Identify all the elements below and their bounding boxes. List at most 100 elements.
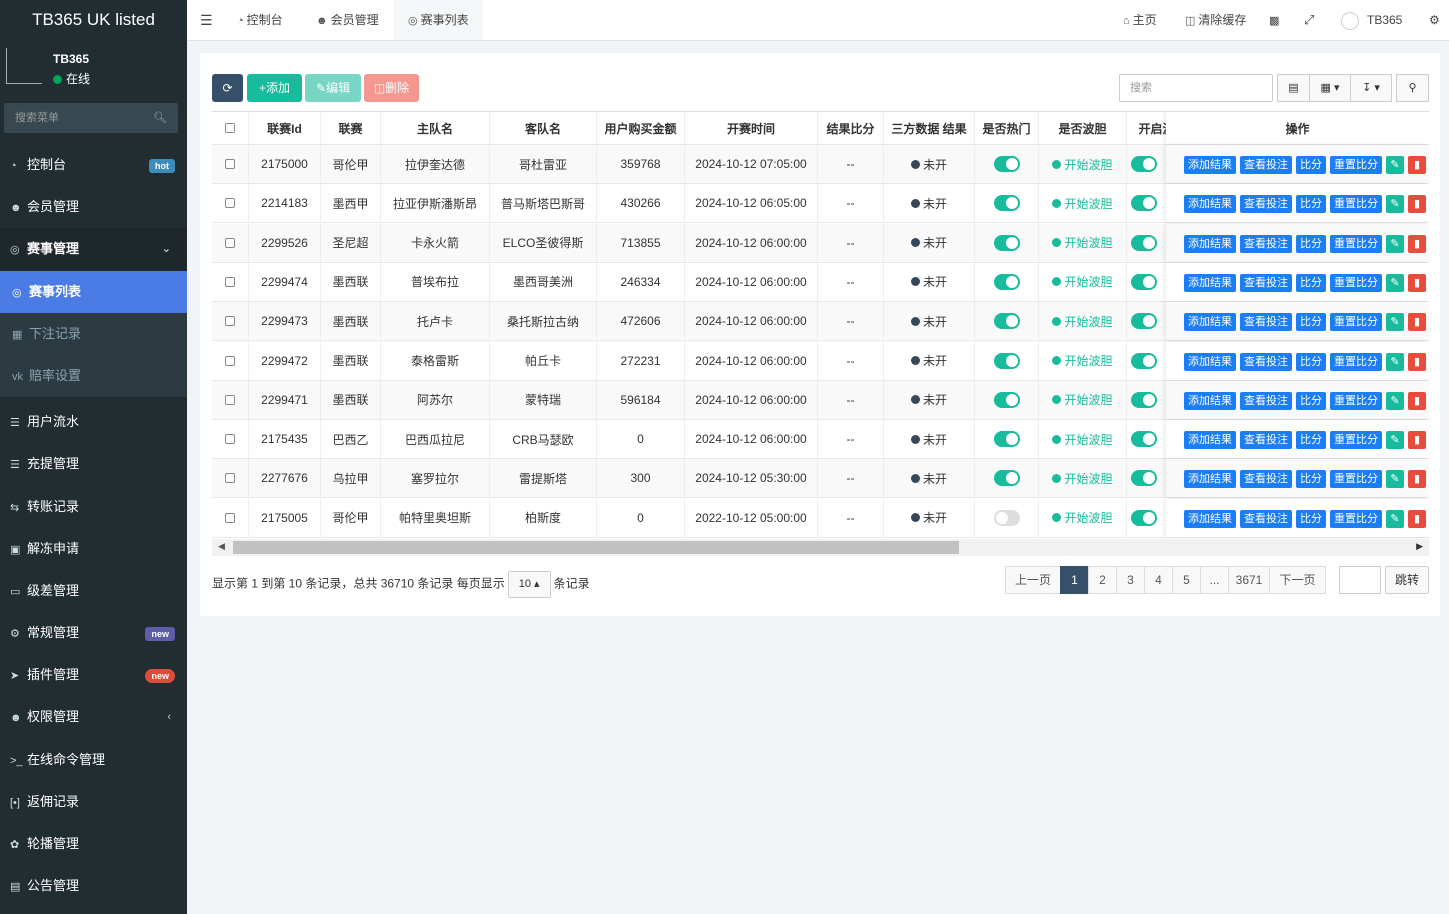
score-button[interactable]: 比分 <box>1296 156 1326 174</box>
delete-row-button[interactable]: ▮ <box>1408 195 1426 214</box>
column-header[interactable]: 用户购买金额 <box>597 112 685 144</box>
column-header[interactable]: 是否热门 <box>975 112 1039 144</box>
add-result-button[interactable]: 添加结果 <box>1184 313 1236 332</box>
reset-score-button[interactable]: 重置比分 <box>1330 391 1382 410</box>
sidebar-item-match-list[interactable]: ◎ 赛事列表 <box>0 270 187 313</box>
open-bodan-toggle[interactable] <box>1131 352 1157 369</box>
bodan-link[interactable]: 开始波胆 <box>1064 509 1112 526</box>
hot-toggle[interactable] <box>993 470 1020 487</box>
reset-score-button[interactable]: 重置比分 <box>1330 352 1382 371</box>
add-result-button[interactable]: 添加结果 <box>1184 195 1236 214</box>
language-button[interactable]: ▩ <box>1269 0 1279 40</box>
user-menu[interactable]: TB365 <box>1341 0 1402 40</box>
delete-row-button[interactable]: ▮ <box>1408 156 1426 174</box>
prev-page-button[interactable]: 上一页 <box>1005 566 1061 594</box>
delete-row-button[interactable]: ▮ <box>1408 273 1426 292</box>
add-result-button[interactable]: 添加结果 <box>1184 431 1236 450</box>
bodan-link[interactable]: 开始波胆 <box>1064 313 1112 330</box>
page-2-button[interactable]: 2 <box>1088 566 1117 594</box>
delete-row-button[interactable]: ▮ <box>1408 352 1426 371</box>
sidebar-item-deposit-withdraw[interactable]: ☰ 充提管理 <box>0 443 187 485</box>
row-checkbox-cell[interactable] <box>212 223 249 262</box>
edit-row-button[interactable]: ✎ <box>1386 156 1404 174</box>
open-bodan-toggle[interactable] <box>1131 391 1157 408</box>
row-checkbox-cell[interactable] <box>212 341 249 380</box>
reset-score-button[interactable]: 重置比分 <box>1330 273 1382 292</box>
export-button[interactable]: ↧ ▾ <box>1350 74 1392 102</box>
add-result-button[interactable]: 添加结果 <box>1184 391 1236 410</box>
table-row[interactable]: 2277676 乌拉甲 塞罗拉尔 雷提斯塔 300 2024-10-12 05:30:00… <box>212 459 1429 499</box>
edit-row-button[interactable]: ✎ <box>1386 195 1404 214</box>
columns-button[interactable]: ▦ ▾ <box>1309 74 1351 102</box>
scrollbar-thumb[interactable] <box>233 541 959 554</box>
row-checkbox[interactable] <box>225 434 235 445</box>
view-bets-button[interactable]: 查看投注 <box>1240 352 1292 371</box>
reset-score-button[interactable]: 重置比分 <box>1330 431 1382 450</box>
hot-toggle[interactable] <box>993 195 1020 212</box>
edit-row-button[interactable]: ✎ <box>1386 273 1404 292</box>
page-last-button[interactable]: 3671 <box>1228 566 1270 594</box>
edit-row-button[interactable]: ✎ <box>1386 431 1404 450</box>
row-checkbox-cell[interactable] <box>212 380 249 419</box>
advanced-search-button[interactable]: ⚲ <box>1396 74 1429 102</box>
score-button[interactable]: 比分 <box>1296 313 1326 332</box>
delete-row-button[interactable]: ▮ <box>1408 313 1426 332</box>
view-bets-button[interactable]: 查看投注 <box>1240 431 1292 450</box>
sidebar-search-input[interactable]: 搜索菜单 🔍︎ <box>4 103 178 133</box>
bodan-link[interactable]: 开始波胆 <box>1064 391 1112 408</box>
view-bets-button[interactable]: 查看投注 <box>1240 234 1292 253</box>
sidebar-item-transfer-records[interactable]: ⇆ 转账记录 <box>0 486 187 528</box>
hot-toggle[interactable] <box>993 234 1020 251</box>
scroll-right-icon[interactable]: ▶ <box>1416 541 1423 552</box>
delete-row-button[interactable]: ▮ <box>1408 431 1426 450</box>
view-bets-button[interactable]: 查看投注 <box>1240 195 1292 214</box>
page-5-button[interactable]: 5 <box>1172 566 1201 594</box>
hot-toggle[interactable] <box>993 352 1020 369</box>
edit-row-button[interactable]: ✎ <box>1386 352 1404 371</box>
add-result-button[interactable]: 添加结果 <box>1184 509 1236 528</box>
open-bodan-toggle[interactable] <box>1131 313 1157 330</box>
open-bodan-toggle[interactable] <box>1131 431 1157 448</box>
tab-dashboard[interactable]: ◔ 控制台 <box>237 0 283 40</box>
sidebar-item-matches[interactable]: ◎ 赛事管理 ⌄ <box>0 228 187 271</box>
sidebar-item-rebate-records[interactable]: [•] 返佣记录 <box>0 781 187 823</box>
hot-toggle[interactable] <box>993 313 1020 330</box>
hot-toggle[interactable] <box>993 156 1020 172</box>
sidebar-item-permissions[interactable]: ☻ 权限管理 ‹ <box>0 696 187 738</box>
sidebar-item-dashboard[interactable]: ◔ 控制台 hot <box>0 144 187 186</box>
column-header[interactable]: 联赛 <box>321 112 381 144</box>
table-search-input[interactable]: 搜索 <box>1119 74 1273 102</box>
view-bets-button[interactable]: 查看投注 <box>1240 273 1292 292</box>
table-row[interactable]: 2175435 巴西乙 巴西瓜拉尼 CRB马瑟欧 0 2024-10-12 06:00:0… <box>212 420 1429 460</box>
edit-row-button[interactable]: ✎ <box>1386 234 1404 253</box>
column-header[interactable]: 主队名 <box>381 112 490 144</box>
row-checkbox[interactable] <box>225 473 235 484</box>
sidebar-item-odds-settings[interactable]: vk 赔率设置 <box>0 354 187 398</box>
row-checkbox-cell[interactable] <box>212 302 249 341</box>
table-row[interactable]: 2299526 圣尼超 卡永火箭 ELCO圣彼得斯 713855 2024-10-12 0… <box>212 223 1429 263</box>
table-row[interactable]: 2299473 墨西联 托卢卡 桑托斯拉古纳 472606 2024-10-12 06:0… <box>212 302 1429 342</box>
sidebar-item-level-diff[interactable]: ▭ 级差管理 <box>0 570 187 612</box>
score-button[interactable]: 比分 <box>1296 352 1326 371</box>
edit-row-button[interactable]: ✎ <box>1386 470 1404 489</box>
view-bets-button[interactable]: 查看投注 <box>1240 391 1292 410</box>
page-size-select[interactable]: 10 ▴ <box>507 571 551 598</box>
table-row[interactable]: 2299474 墨西联 普埃布拉 墨西哥美洲 246334 2024-10-12 06:0… <box>212 262 1429 302</box>
reset-score-button[interactable]: 重置比分 <box>1330 195 1382 214</box>
row-checkbox-cell[interactable] <box>212 459 249 498</box>
hot-toggle[interactable] <box>993 509 1020 526</box>
sidebar-item-plugins[interactable]: ➤ 插件管理 new <box>0 654 187 696</box>
sidebar-item-carousel[interactable]: ✿ 轮播管理 <box>0 823 187 865</box>
score-button[interactable]: 比分 <box>1296 195 1326 214</box>
bodan-link[interactable]: 开始波胆 <box>1064 195 1112 212</box>
edit-button[interactable]: ✎编辑 <box>305 74 361 102</box>
score-button[interactable]: 比分 <box>1296 273 1326 292</box>
view-bets-button[interactable]: 查看投注 <box>1240 509 1292 528</box>
open-bodan-toggle[interactable] <box>1131 470 1157 487</box>
sidebar-item-members[interactable]: ☻ 会员管理 <box>0 186 187 228</box>
row-checkbox-cell[interactable] <box>212 262 249 301</box>
row-checkbox-cell[interactable] <box>212 498 249 537</box>
row-checkbox-cell[interactable] <box>212 420 249 459</box>
bodan-link[interactable]: 开始波胆 <box>1064 234 1112 251</box>
view-bets-button[interactable]: 查看投注 <box>1240 313 1292 332</box>
